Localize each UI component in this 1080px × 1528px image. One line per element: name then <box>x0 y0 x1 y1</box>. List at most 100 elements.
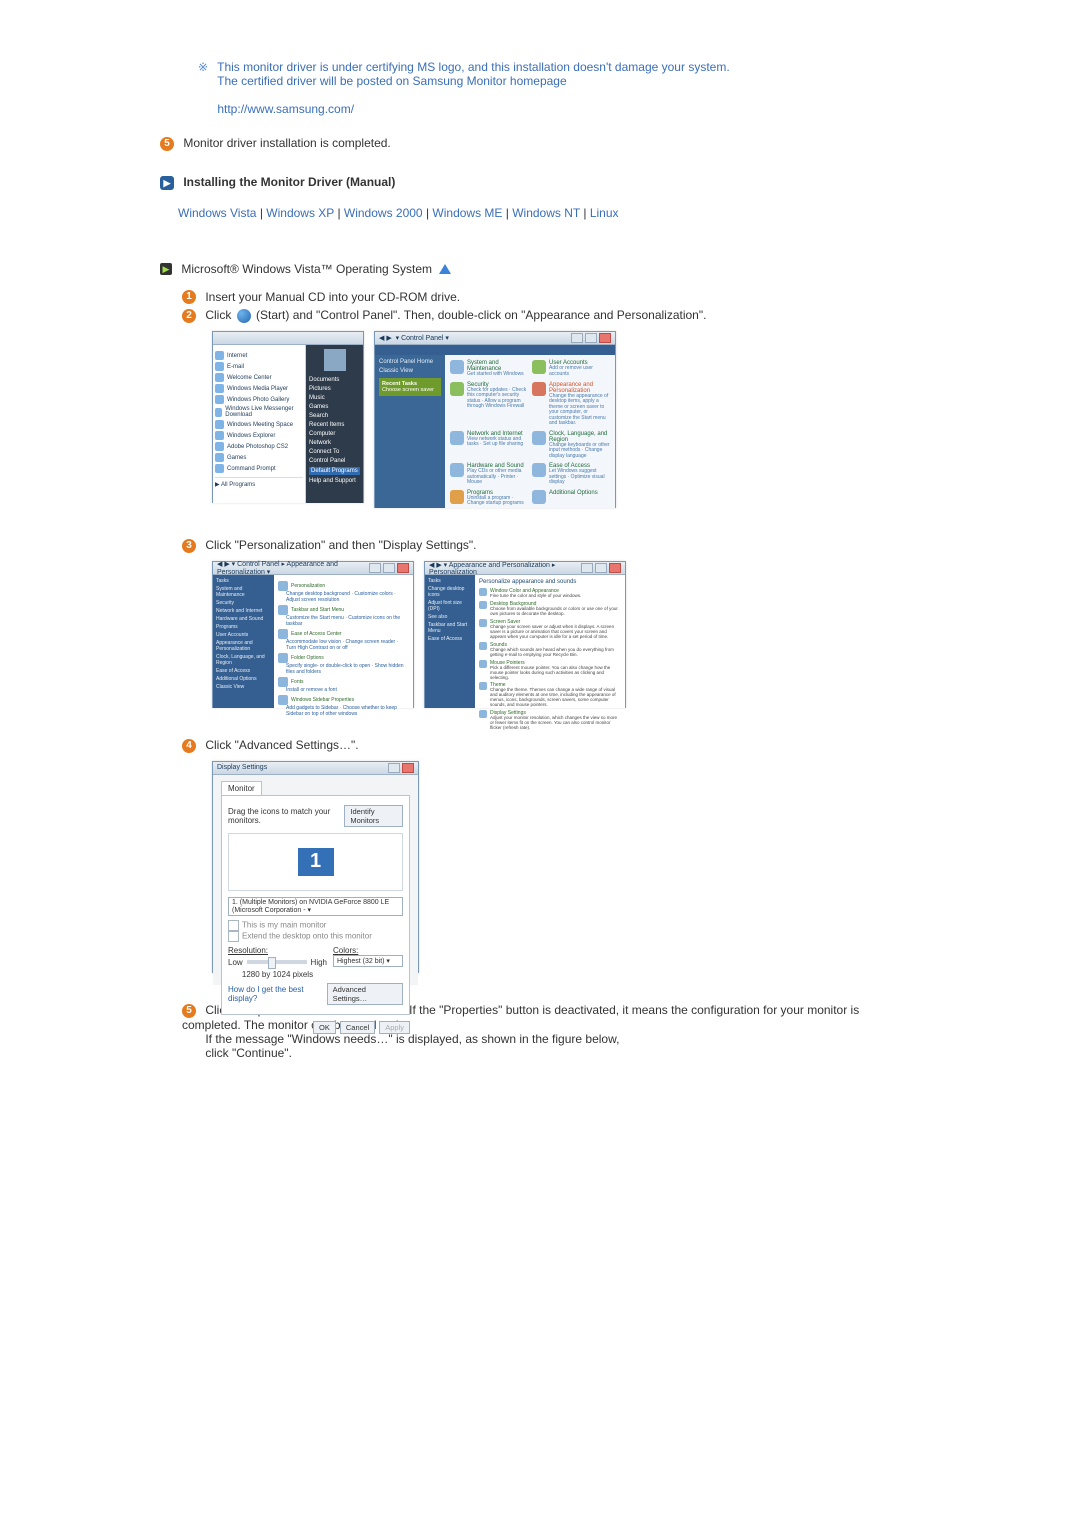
advanced-settings-button[interactable]: Advanced Settings… <box>327 983 403 1005</box>
appearance-side-item[interactable]: Programs <box>216 624 271 630</box>
personalization-item[interactable]: Window Color and AppearanceFine tune the… <box>479 588 621 599</box>
personalization-side-item[interactable]: See also <box>428 614 472 620</box>
appearance-side-item[interactable]: Appearance and Personalization <box>216 640 271 652</box>
appearance-category[interactable]: PersonalizationChange desktop background… <box>278 581 409 603</box>
resolution-slider[interactable] <box>247 960 307 964</box>
personalization-item[interactable]: Mouse PointersPick a different mouse poi… <box>479 660 621 681</box>
start-menu-right-item[interactable]: Search <box>309 413 360 419</box>
start-menu-item[interactable]: E-mail <box>215 362 303 371</box>
personalization-side-item[interactable]: Ease of Access <box>428 636 472 642</box>
link-linux[interactable]: Linux <box>590 206 619 220</box>
appearance-side-item[interactable]: Classic View <box>216 684 271 690</box>
manual-install-header: ▶ Installing the Monitor Driver (Manual) <box>160 175 920 190</box>
start-menu-right-item[interactable]: Pictures <box>309 386 360 392</box>
ok-button[interactable]: OK <box>313 1021 336 1034</box>
link-nt[interactable]: Windows NT <box>512 206 580 220</box>
appearance-side-item[interactable]: Network and Internet <box>216 608 271 614</box>
step3-text: Click "Personalization" and then "Displa… <box>205 538 476 552</box>
control-panel-category[interactable]: Additional Options <box>532 490 610 507</box>
start-menu-item[interactable]: Windows Explorer <box>215 431 303 440</box>
start-menu-right-item[interactable]: Computer <box>309 431 360 437</box>
appearance-category[interactable]: FontsInstall or remove a font <box>278 677 409 693</box>
bullet-2-icon: 2 <box>182 309 196 323</box>
personalization-item[interactable]: Display SettingsAdjust your monitor reso… <box>479 710 621 731</box>
vista-step4: 4 Click "Advanced Settings…". <box>182 738 920 753</box>
personalization-item[interactable]: Screen SaverChange your screen saver or … <box>479 619 621 640</box>
start-menu-right-item[interactable]: Default Programs <box>309 467 360 475</box>
start-menu-item[interactable]: Command Prompt <box>215 464 303 473</box>
appearance-side-item[interactable]: Hardware and Sound <box>216 616 271 622</box>
start-menu-item[interactable]: Adobe Photoshop CS2 <box>215 442 303 451</box>
control-panel-category[interactable]: SecurityCheck for updates · Check this c… <box>450 382 528 427</box>
start-menu-right-item[interactable]: Recent Items <box>309 422 360 428</box>
screenshot-display-settings: Display Settings Monitor Drag the icons … <box>212 761 419 973</box>
start-menu-right-item[interactable]: Help and Support <box>309 478 360 484</box>
bullet-1-icon: 1 <box>182 290 196 304</box>
start-menu-right-item[interactable]: Connect To <box>309 449 360 455</box>
start-menu-item[interactable]: Windows Live Messenger Download <box>215 406 303 418</box>
colors-label: Colors: <box>333 946 358 955</box>
start-menu-right-item[interactable]: Games <box>309 404 360 410</box>
personalization-item[interactable]: ThemeChange the theme. Themes can change… <box>479 682 621 708</box>
section-arrow-icon: ▶ <box>160 263 172 275</box>
cancel-button[interactable]: Cancel <box>340 1021 375 1034</box>
appearance-category[interactable]: Taskbar and Start MenuCustomize the Star… <box>278 605 409 627</box>
appearance-category[interactable]: Folder OptionsSpecify single- or double-… <box>278 653 409 675</box>
start-menu-right-item[interactable]: Control Panel <box>309 458 360 464</box>
personalization-item[interactable]: SoundsChange which sounds are heard when… <box>479 642 621 658</box>
control-panel-category[interactable]: Hardware and SoundPlay CDs or other medi… <box>450 463 528 486</box>
start-menu-right-item[interactable]: Documents <box>309 377 360 383</box>
start-menu-item[interactable]: Windows Meeting Space <box>215 420 303 429</box>
appearance-category[interactable]: Ease of Access CenterAccommodate low vis… <box>278 629 409 651</box>
appearance-side-item[interactable]: User Accounts <box>216 632 271 638</box>
vista-step2: 2 Click (Start) and "Control Panel". The… <box>182 308 920 323</box>
start-menu-item[interactable]: Welcome Center <box>215 373 303 382</box>
personalization-item[interactable]: Desktop BackgroundChoose from available … <box>479 601 621 617</box>
display-tab-monitor[interactable]: Monitor <box>221 781 262 795</box>
appearance-side-item[interactable]: Tasks <box>216 578 271 584</box>
start-menu-item[interactable]: Windows Photo Gallery <box>215 395 303 404</box>
appearance-side-item[interactable]: Additional Options <box>216 676 271 682</box>
all-programs[interactable]: ▶ All Programs <box>215 477 303 488</box>
start-menu-right-item[interactable]: Music <box>309 395 360 401</box>
section-play-icon: ▶ <box>160 176 174 190</box>
appearance-category[interactable]: Windows Sidebar PropertiesAdd gadgets to… <box>278 695 409 717</box>
link-vista[interactable]: Windows Vista <box>178 206 256 220</box>
personalization-side-item[interactable]: Tasks <box>428 578 472 584</box>
control-panel-category[interactable]: ProgramsUninstall a program · Change sta… <box>450 490 528 507</box>
start-menu-item[interactable]: Games <box>215 453 303 462</box>
personalization-side-item[interactable]: Change desktop icons <box>428 586 472 598</box>
control-panel-category[interactable]: User AccountsAdd or remove user accounts <box>532 360 610 378</box>
step5-text-c: click "Continue". <box>205 1046 292 1060</box>
personalization-side-item[interactable]: Taskbar and Start Menu <box>428 622 472 634</box>
control-panel-category[interactable]: System and MaintenanceGet started with W… <box>450 360 528 378</box>
control-panel-category[interactable]: Ease of AccessLet Windows suggest settin… <box>532 463 610 486</box>
step4-text: Click "Advanced Settings…". <box>205 738 358 752</box>
appearance-side-item[interactable]: Security <box>216 600 271 606</box>
appearance-side-item[interactable]: Clock, Language, and Region <box>216 654 271 666</box>
apply-button: Apply <box>379 1021 410 1034</box>
control-panel-category[interactable]: Appearance and PersonalizationChange the… <box>532 382 610 427</box>
display-device-select[interactable]: 1. (Multiple Monitors) on NVIDIA GeForce… <box>228 897 403 916</box>
top-arrow-icon[interactable] <box>439 264 451 274</box>
control-panel-category[interactable]: Network and InternetView network status … <box>450 431 528 460</box>
link-me[interactable]: Windows ME <box>432 206 502 220</box>
step5-completed: 5 Monitor driver installation is complet… <box>160 136 920 151</box>
samsung-link[interactable]: http://www.samsung.com/ <box>217 102 354 116</box>
start-menu-item[interactable]: Internet <box>215 351 303 360</box>
link-xp[interactable]: Windows XP <box>266 206 334 220</box>
start-menu-right-item[interactable]: Network <box>309 440 360 446</box>
start-menu-item[interactable]: Windows Media Player <box>215 384 303 393</box>
personalization-side-item[interactable]: Adjust font size (DPI) <box>428 600 472 612</box>
screenshot-start-menu: Internet E-mail Welcome Center Windows Medi… <box>212 331 364 503</box>
best-display-link[interactable]: How do I get the best display? <box>228 985 327 1003</box>
appearance-side-item[interactable]: System and Maintenance <box>216 586 271 598</box>
os-link-list: Windows Vista | Windows XP | Windows 200… <box>178 206 920 220</box>
control-panel-category[interactable]: Clock, Language, and RegionChange keyboa… <box>532 431 610 460</box>
extend-desktop-checkbox <box>228 931 239 942</box>
monitor-1-icon[interactable]: 1 <box>298 848 334 876</box>
colors-select[interactable]: Highest (32 bit) ▾ <box>333 955 403 967</box>
identify-monitors-button[interactable]: Identify Monitors <box>344 805 403 827</box>
link-2000[interactable]: Windows 2000 <box>344 206 423 220</box>
appearance-side-item[interactable]: Ease of Access <box>216 668 271 674</box>
